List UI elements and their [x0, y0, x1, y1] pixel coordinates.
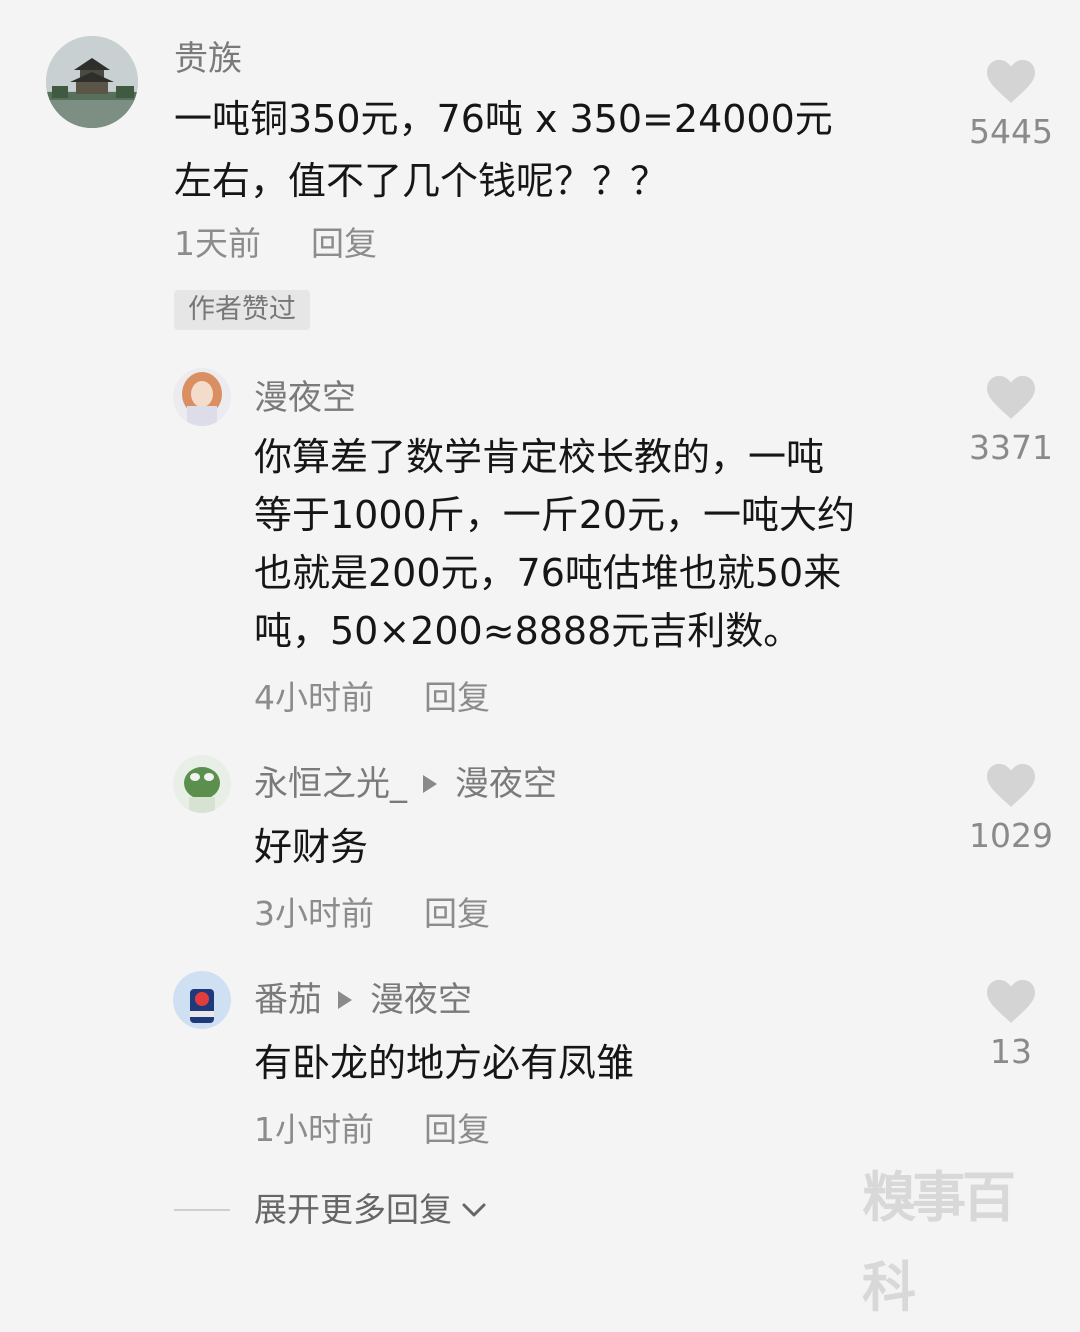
- like-button[interactable]: 13: [956, 976, 1066, 1072]
- username[interactable]: 番茄: [254, 978, 322, 1022]
- like-count: 5445: [969, 112, 1053, 151]
- heart-icon[interactable]: [984, 760, 1038, 808]
- heart-icon[interactable]: [984, 372, 1038, 420]
- reply-text: 有卧龙的地方必有凤雏: [254, 1034, 954, 1092]
- like-button[interactable]: 1029: [956, 760, 1066, 856]
- comment-meta: 1天前 回复: [174, 222, 377, 266]
- expand-replies-button[interactable]: 展开更多回复: [174, 1188, 488, 1232]
- reply-line: 好财务: [254, 825, 369, 869]
- like-button[interactable]: 5445: [956, 56, 1066, 152]
- reply-text: 好财务: [254, 818, 954, 876]
- reply-line: 等于1000斤，一斤20元，一吨大约: [254, 493, 856, 537]
- avatar[interactable]: [173, 368, 231, 426]
- watermark: 糗事百科: [862, 1165, 1016, 1319]
- username[interactable]: 漫夜空: [254, 376, 356, 420]
- author-liked-badge: 作者赞过: [174, 290, 310, 330]
- comment-line: 左右，值不了几个钱呢？？？: [174, 159, 669, 203]
- reply-meta: 4小时前 回复: [254, 676, 490, 720]
- reply-button[interactable]: 回复: [424, 1110, 490, 1149]
- reply-arrow-icon: [423, 775, 437, 793]
- reply-line: 也就是200元，76吨估堆也就50来: [254, 551, 842, 595]
- reply-to-username[interactable]: 漫夜空: [370, 978, 472, 1022]
- reply-header: 番茄 漫夜空: [254, 978, 472, 1022]
- heart-icon[interactable]: [984, 56, 1038, 104]
- like-count: 1029: [969, 816, 1053, 855]
- like-button[interactable]: 3371: [956, 372, 1066, 468]
- timestamp: 3小时前: [254, 894, 374, 933]
- timestamp: 1小时前: [254, 1110, 374, 1149]
- like-count: 3371: [969, 428, 1053, 467]
- username[interactable]: 永恒之光_: [254, 762, 407, 806]
- reply-button[interactable]: 回复: [424, 678, 490, 717]
- avatar[interactable]: [46, 36, 138, 128]
- reply-line: 吨，50×200≈8888元吉利数。: [254, 609, 802, 653]
- timestamp: 1天前: [174, 224, 261, 263]
- heart-icon[interactable]: [984, 976, 1038, 1024]
- avatar[interactable]: [173, 971, 231, 1029]
- reply-line: 你算差了数学肯定校长教的，一吨: [254, 435, 825, 479]
- reply-button[interactable]: 回复: [424, 894, 490, 933]
- reply-button[interactable]: 回复: [311, 224, 377, 263]
- chevron-down-icon: [462, 1203, 486, 1217]
- reply-meta: 3小时前 回复: [254, 892, 490, 936]
- reply-text: 你算差了数学肯定校长教的，一吨 等于1000斤，一斤20元，一吨大约 也就是20…: [254, 428, 954, 660]
- timestamp: 4小时前: [254, 678, 374, 717]
- comment-line: 一吨铜350元，76吨 x 350=24000元: [174, 97, 833, 141]
- reply-to-username[interactable]: 漫夜空: [455, 762, 557, 806]
- divider: [174, 1209, 230, 1211]
- expand-replies-label: 展开更多回复: [254, 1190, 452, 1229]
- avatar[interactable]: [173, 755, 231, 813]
- username[interactable]: 贵族: [174, 37, 242, 81]
- reply-line: 有卧龙的地方必有凤雏: [254, 1041, 635, 1085]
- comment-text: 一吨铜350元，76吨 x 350=24000元 左右，值不了几个钱呢？？？: [174, 90, 934, 210]
- like-count: 13: [990, 1032, 1032, 1071]
- reply-meta: 1小时前 回复: [254, 1108, 490, 1152]
- reply-header: 永恒之光_ 漫夜空: [254, 762, 557, 806]
- reply-arrow-icon: [338, 991, 352, 1009]
